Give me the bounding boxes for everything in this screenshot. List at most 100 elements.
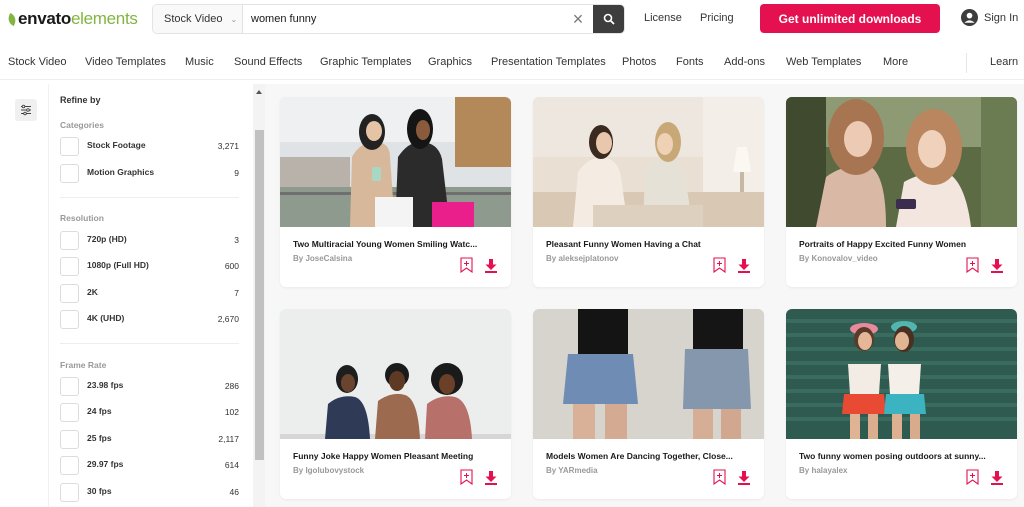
filter-toggle-button[interactable] [15,99,37,121]
result-title[interactable]: Portraits of Happy Excited Funny Women [799,239,1004,249]
result-title[interactable]: Two Multiracial Young Women Smiling Watc… [293,239,498,249]
checkbox[interactable] [60,310,79,329]
refine-by-heading: Refine by [60,95,101,105]
leaf-icon [6,12,18,26]
nav-stock-video[interactable]: Stock Video [8,56,67,68]
nav-more[interactable]: More [883,56,908,68]
download-icon[interactable] [737,470,751,485]
checkbox[interactable] [60,284,79,303]
checkbox[interactable] [60,377,79,396]
nav-graphic-templates[interactable]: Graphic Templates [320,56,412,68]
filter-option[interactable]: Stock Footage 3,271 [60,137,239,157]
checkbox[interactable] [60,164,79,183]
checkbox[interactable] [60,403,79,422]
nav-web-templates[interactable]: Web Templates [786,56,861,68]
result-author[interactable]: By Konovalov_video [799,254,878,263]
search-bar: Stock Video ⌄ × [152,4,625,34]
nav-learn[interactable]: Learn [990,56,1018,68]
filter-option[interactable]: 24 fps 102 [60,403,239,423]
download-icon[interactable] [484,258,498,273]
filter-label: 24 fps [87,406,112,416]
result-author[interactable]: By JoseCalsina [293,254,352,263]
result-author[interactable]: By Igolubovystock [293,466,364,475]
result-card[interactable]: Funny Joke Happy Women Pleasant Meeting … [280,309,511,499]
download-icon[interactable] [990,470,1004,485]
filter-option[interactable]: 29.97 fps 614 [60,456,239,476]
checkbox[interactable] [60,456,79,475]
download-icon[interactable] [990,258,1004,273]
search-input[interactable] [243,5,563,33]
nav-add-ons[interactable]: Add-ons [724,56,765,68]
filter-label: 30 fps [87,486,112,496]
result-title[interactable]: Funny Joke Happy Women Pleasant Meeting [293,451,498,461]
checkbox[interactable] [60,231,79,250]
nav-presentation-templates[interactable]: Presentation Templates [491,56,606,68]
filter-label: Motion Graphics [87,167,155,177]
checkbox[interactable] [60,137,79,156]
bookmark-add-icon[interactable] [460,257,473,273]
result-author[interactable]: By aleksejplatonov [546,254,618,263]
scroll-up-arrow-icon[interactable] [256,90,262,94]
filter-option[interactable]: Motion Graphics 9 [60,164,239,184]
filter-option[interactable]: 30 fps 46 [60,483,239,503]
bookmark-add-icon[interactable] [713,257,726,273]
result-card[interactable]: Portraits of Happy Excited Funny Women B… [786,97,1017,287]
filter-scrollbar[interactable] [253,84,265,507]
filter-count: 2,117 [218,434,239,444]
result-card[interactable]: Models Women Are Dancing Together, Close… [533,309,764,499]
result-title[interactable]: Models Women Are Dancing Together, Close… [546,451,751,461]
result-author[interactable]: By YARmedia [546,466,598,475]
video-thumbnail[interactable] [786,97,1017,227]
checkbox[interactable] [60,430,79,449]
get-unlimited-downloads-button[interactable]: Get unlimited downloads [760,4,940,33]
nav-video-templates[interactable]: Video Templates [85,56,166,68]
scrollbar-thumb[interactable] [255,130,264,460]
result-card[interactable]: Two Multiracial Young Women Smiling Watc… [280,97,511,287]
bookmark-add-icon[interactable] [460,469,473,485]
license-link[interactable]: License [644,12,682,24]
video-thumbnail[interactable] [533,97,764,227]
filter-option[interactable]: 1080p (Full HD) 600 [60,257,239,277]
filter-option[interactable]: 25 fps 2,117 [60,430,239,450]
bookmark-add-icon[interactable] [713,469,726,485]
nav-music[interactable]: Music [185,56,214,68]
sign-in-button[interactable]: Sign In [961,9,1018,26]
result-title[interactable]: Two funny women posing outdoors at sunny… [799,451,1004,461]
logo-text-envato: envato [18,9,71,28]
search-button[interactable] [593,5,624,33]
clear-search-icon[interactable]: × [563,5,593,33]
checkbox[interactable] [60,257,79,276]
search-category-label: Stock Video [164,13,223,25]
checkbox[interactable] [60,483,79,502]
filter-option[interactable]: 23.98 fps 286 [60,377,239,397]
result-title[interactable]: Pleasant Funny Women Having a Chat [546,239,751,249]
bookmark-add-icon[interactable] [966,257,979,273]
filter-option[interactable]: 2K 7 [60,284,239,304]
filter-count: 2,670 [217,314,239,324]
result-author[interactable]: By halayalex [799,466,847,475]
search-category-select[interactable]: Stock Video ⌄ [153,5,243,33]
pricing-link[interactable]: Pricing [700,12,734,24]
filter-option[interactable]: 4K (UHD) 2,670 [60,310,239,330]
nav-sound-effects[interactable]: Sound Effects [234,56,302,68]
video-thumbnail[interactable] [786,309,1017,439]
video-thumbnail[interactable] [280,97,511,227]
top-bar: envatoelements Stock Video ⌄ × License P… [0,0,1024,38]
envato-elements-logo[interactable]: envato elements [6,9,138,29]
sign-in-label: Sign In [984,11,1019,24]
filter-option[interactable]: 720p (HD) 3 [60,231,239,251]
video-thumbnail[interactable] [280,309,511,439]
result-card[interactable]: Pleasant Funny Women Having a Chat By al… [533,97,764,287]
result-card[interactable]: Two funny women posing outdoors at sunny… [786,309,1017,499]
filter-label: 720p (HD) [87,234,127,244]
video-thumbnail[interactable] [533,309,764,439]
chevron-down-icon: ⌄ [230,14,238,24]
filter-count: 9 [234,168,239,178]
filter-count: 46 [229,487,239,497]
nav-fonts[interactable]: Fonts [676,56,704,68]
bookmark-add-icon[interactable] [966,469,979,485]
download-icon[interactable] [484,470,498,485]
nav-photos[interactable]: Photos [622,56,656,68]
download-icon[interactable] [737,258,751,273]
nav-graphics[interactable]: Graphics [428,56,472,68]
